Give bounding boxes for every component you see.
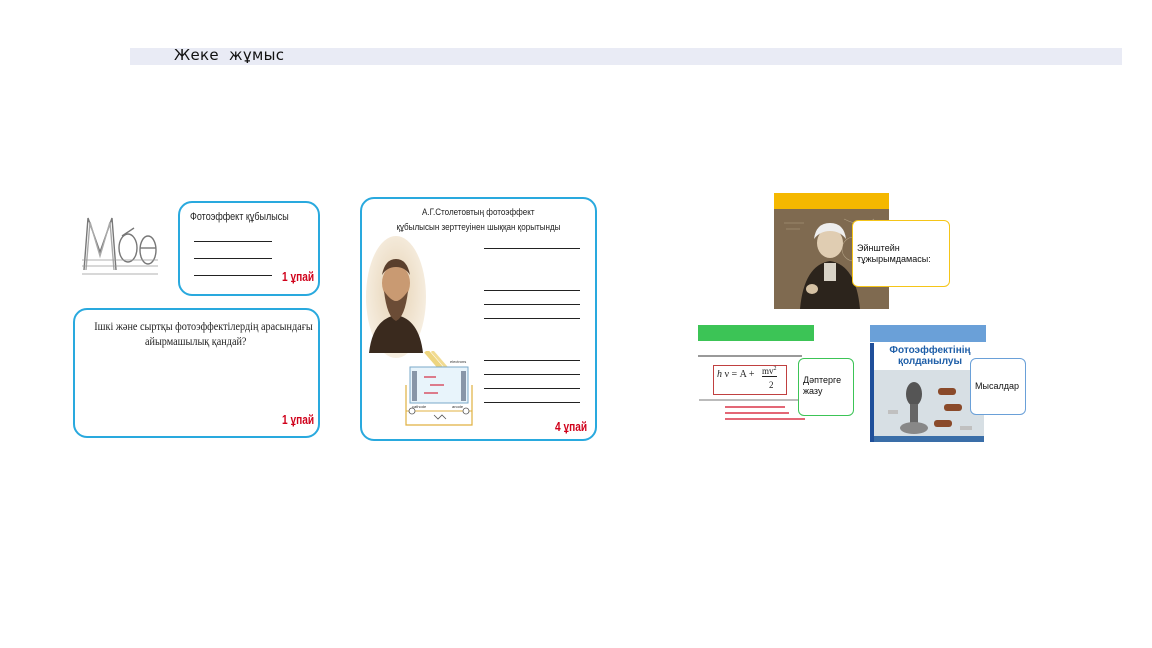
decorative-word-art xyxy=(82,217,158,275)
photocell-devices-photo xyxy=(874,370,984,442)
formula-numerator: mv2 xyxy=(762,366,777,377)
formula-A: A xyxy=(739,369,747,380)
answer-line xyxy=(484,360,580,361)
answer-line xyxy=(194,275,272,276)
formula-equals: = xyxy=(731,369,738,380)
formula-plus: + xyxy=(748,369,755,380)
slide-header-bar xyxy=(698,325,814,341)
label-cathode: cathode xyxy=(412,404,427,409)
slide-text-line xyxy=(725,412,789,414)
slide-header-bar xyxy=(870,325,986,342)
slide-text-line xyxy=(725,418,805,420)
slide-applications: Фотоэффектінің қолданылуы xyxy=(870,325,986,442)
card-title: Фотоэффект құбылысы xyxy=(190,211,289,223)
question-line-2: айырмашылық қандай? xyxy=(145,334,247,348)
question-text: Ішкі және сыртқы фотоэффектілердің арасы… xyxy=(75,319,317,349)
stoletov-portrait xyxy=(366,236,426,358)
answer-line xyxy=(194,258,272,259)
formula-exponent: 2 xyxy=(773,366,777,372)
answer-line xyxy=(484,304,580,305)
callout-notebook: Дәптерге жазу xyxy=(798,358,854,416)
card-question: Ішкі және сыртқы фотоэффектілердің арасы… xyxy=(73,308,320,438)
formula-mv: mv xyxy=(762,366,774,376)
card-photoeffect: Фотоэффект құбылысы 1 ұпай xyxy=(178,201,320,296)
score-badge: 4 ұпай xyxy=(554,419,587,434)
slide-text-line xyxy=(698,355,802,357)
card-title: А.Г.Столетовтың фотоэффект құбылысын зер… xyxy=(362,205,594,235)
answer-line xyxy=(484,248,580,249)
title-line-1: Фотоэффектінің xyxy=(889,345,971,356)
formula-nu: ν xyxy=(724,369,730,380)
page-title: Жеке жұмыс xyxy=(174,46,285,64)
slide-header-bar xyxy=(774,193,889,209)
slide-title: Фотоэффектінің қолданылуы xyxy=(876,345,984,367)
callout-einstein: Эйнштейн тұжырымдамасы: xyxy=(852,220,950,287)
question-line-1: Ішкі және сыртқы фотоэффектілердің арасы… xyxy=(94,319,313,333)
formula-h: h xyxy=(717,369,722,380)
answer-line xyxy=(484,402,580,403)
formula: h ν = A + xyxy=(717,369,754,380)
label-anode: anode xyxy=(452,404,464,409)
photoeffect-apparatus-diagram: electrons cathode anode xyxy=(405,351,473,426)
score-badge: 1 ұпай xyxy=(281,412,314,427)
answer-line xyxy=(194,241,272,242)
answer-line xyxy=(484,318,580,319)
title-line-1: А.Г.Столетовтың фотоэффект xyxy=(421,207,535,218)
answer-line xyxy=(484,388,580,389)
score-badge: 1 ұпай xyxy=(281,269,314,284)
title-line-2: қолданылуы xyxy=(897,356,963,367)
slide-text-line xyxy=(725,406,785,408)
formula-denominator: 2 xyxy=(769,380,774,390)
card-stoletov: А.Г.Столетовтың фотоэффект құбылысын зер… xyxy=(360,197,597,441)
answer-line xyxy=(484,374,580,375)
label-electrons: electrons xyxy=(450,359,466,364)
answer-line xyxy=(484,290,580,291)
callout-examples: Мысалдар xyxy=(970,358,1026,415)
title-line-2: құбылысын зерттеуінен шыққан қорытынды xyxy=(395,222,560,233)
slide-text-line xyxy=(699,399,803,401)
